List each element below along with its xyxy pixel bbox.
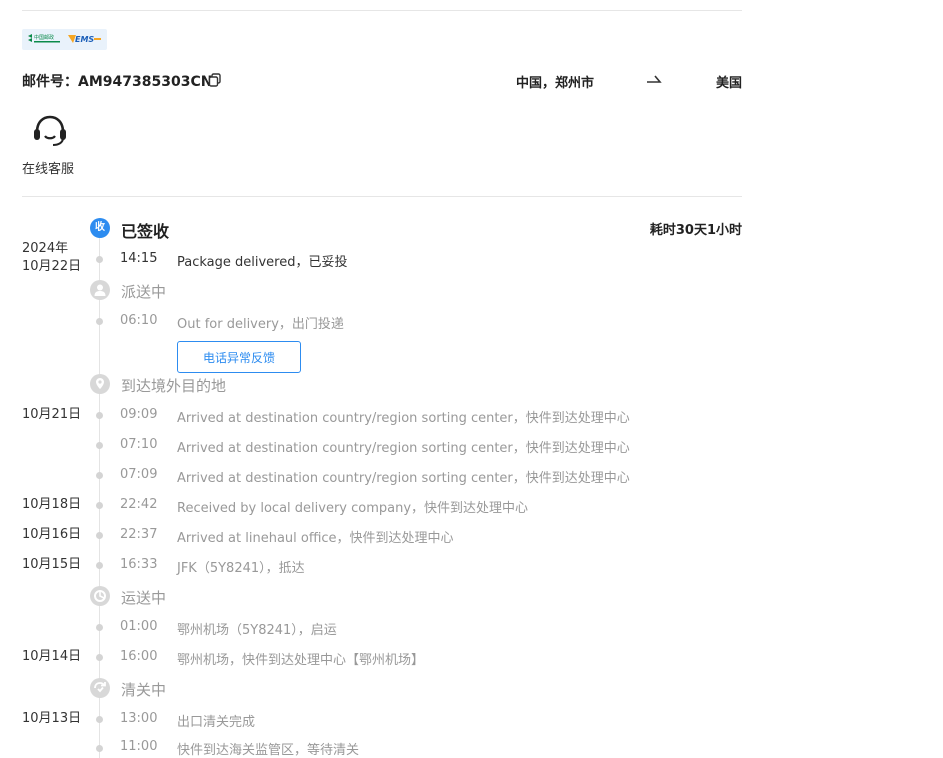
date-10-14: 10月14日	[22, 649, 82, 664]
arrived-destination-stage-icon	[90, 374, 110, 394]
event-time: 01:00	[120, 619, 158, 634]
in-transit-stage-icon	[90, 586, 110, 606]
section-divider	[22, 196, 742, 197]
courier-icon	[94, 284, 106, 296]
origin-location: 中国，郑州市	[515, 76, 594, 91]
out-for-delivery-stage-icon	[90, 280, 110, 300]
event-dot	[96, 562, 103, 569]
event-time: 13:00	[120, 711, 158, 726]
event-dot	[96, 532, 103, 539]
destination-location: 美国	[715, 76, 742, 91]
event-desc: 鄂州机场（5Y8241），启运	[177, 623, 337, 638]
transit-icon	[94, 590, 106, 602]
event-dot	[96, 624, 103, 631]
event-time: 14:15	[120, 251, 158, 266]
event-dot	[96, 256, 103, 263]
tracking-label: 邮件号：	[22, 74, 78, 90]
top-divider	[22, 10, 742, 11]
event-desc: Received by local delivery company，快件到达处…	[177, 501, 529, 516]
event-dot	[96, 716, 103, 723]
tracking-number-row: 邮件号：AM947385303CN	[22, 71, 212, 91]
date-2024-10-22: 2024年 10月22日	[22, 240, 81, 276]
event-time: 07:09	[120, 467, 158, 482]
event-time: 06:10	[120, 313, 158, 328]
stage-title-in-transit: 运送中	[121, 589, 167, 607]
event-desc: 出口清关完成	[177, 715, 256, 730]
event-dot	[96, 472, 103, 479]
svg-text:中国邮政: 中国邮政	[34, 34, 54, 41]
delivered-stage-icon: 收	[90, 218, 110, 238]
date-10-15: 10月15日	[22, 557, 82, 572]
tracking-number: AM947385303CN	[78, 74, 213, 90]
carrier-logo: 中国邮政 EMS	[22, 29, 107, 50]
stage-title-delivered: 已签收	[121, 222, 170, 241]
event-dot	[96, 442, 103, 449]
stage-title-arrived-destination: 到达境外目的地	[121, 377, 227, 395]
event-desc: Package delivered，已妥投	[177, 255, 348, 270]
event-desc: 鄂州机场，快件到达处理中心【鄂州机场】	[177, 653, 425, 668]
event-desc: 快件到达海关监管区，等待清关	[177, 743, 360, 758]
event-dot	[96, 502, 103, 509]
event-desc: Out for delivery，出门投递	[177, 317, 344, 332]
phone-exception-feedback-button[interactable]: 电话异常反馈	[177, 341, 301, 373]
route-arrow-icon	[647, 75, 662, 83]
event-time: 22:42	[120, 497, 158, 512]
china-post-logo-icon: 中国邮政	[28, 34, 60, 43]
online-customer-service-button[interactable]: 在线客服	[22, 114, 82, 178]
svg-text:EMS: EMS	[75, 35, 94, 44]
ems-logo-icon: EMS	[68, 35, 101, 44]
event-desc: Arrived at destination country/region so…	[177, 411, 630, 426]
event-time: 22:37	[120, 527, 158, 542]
copy-icon[interactable]	[208, 73, 222, 87]
event-dot	[96, 318, 103, 325]
date-year: 2024年 10月22日	[22, 241, 82, 274]
date-10-21: 10月21日	[22, 407, 82, 422]
stage-title-out-for-delivery: 派送中	[121, 283, 167, 301]
date-10-18: 10月18日	[22, 497, 82, 512]
event-desc: JFK（5Y8241），抵达	[177, 561, 305, 576]
event-time: 07:10	[120, 437, 158, 452]
date-10-16: 10月16日	[22, 527, 82, 542]
event-time: 16:33	[120, 557, 158, 572]
event-desc: Arrived at destination country/region so…	[177, 441, 630, 456]
stage-title-customs: 清关中	[121, 681, 167, 699]
event-desc: Arrived at destination country/region so…	[177, 471, 630, 486]
delivered-icon-label: 收	[95, 222, 105, 233]
location-pin-icon	[96, 378, 104, 389]
headset-icon	[34, 115, 66, 146]
event-desc: Arrived at linehaul office，快件到达处理中心	[177, 531, 454, 546]
event-time: 16:00	[120, 649, 158, 664]
event-dot	[96, 412, 103, 419]
event-dot	[96, 654, 103, 661]
customs-stage-icon	[90, 678, 110, 698]
total-duration: 耗时30天1小时	[649, 223, 742, 238]
date-10-13: 10月13日	[22, 711, 82, 726]
event-dot	[96, 745, 103, 752]
event-time: 09:09	[120, 407, 158, 422]
customer-service-label: 在线客服	[22, 162, 75, 177]
customs-icon	[94, 682, 106, 693]
